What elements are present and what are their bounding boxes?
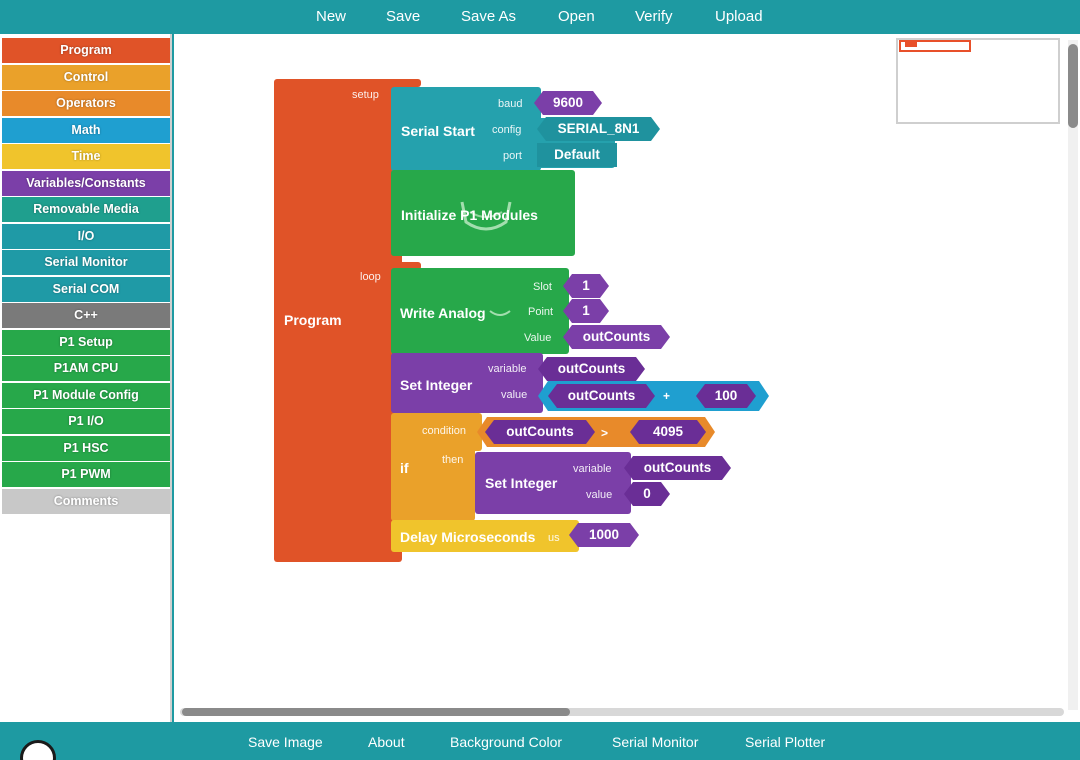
slot-value[interactable]: 1 [563, 274, 609, 298]
point-label: Point [528, 306, 554, 318]
loop-label: loop [360, 271, 381, 283]
category-time[interactable]: Time [2, 144, 170, 169]
compare-right-operand[interactable]: 4095 [630, 420, 706, 444]
horizontal-scrollbar-thumb[interactable] [182, 708, 570, 716]
variable-label: variable [488, 363, 527, 375]
program-block-title: Program [284, 312, 342, 328]
add-operator: + [663, 389, 671, 403]
baud-value[interactable]: 9600 [534, 91, 602, 115]
category-control[interactable]: Control [2, 65, 170, 90]
program-setup-notch [391, 79, 421, 87]
save-button[interactable]: Save [386, 8, 420, 25]
about-button[interactable]: About [368, 734, 405, 750]
category-operators[interactable]: Operators [2, 91, 170, 116]
category-io[interactable]: I/O [2, 224, 170, 249]
category-p1-setup[interactable]: P1 Setup [2, 330, 170, 355]
config-label: config [492, 124, 522, 136]
port-value[interactable]: Default [537, 143, 617, 167]
open-button[interactable]: Open [558, 8, 595, 25]
write-analog-title: Write Analog [400, 305, 486, 321]
delay-microseconds-title: Delay Microseconds [400, 529, 536, 545]
category-program[interactable]: Program [2, 38, 170, 63]
verify-button[interactable]: Verify [635, 8, 673, 25]
upload-button[interactable]: Upload [715, 8, 763, 25]
set-integer-variable[interactable]: outCounts [538, 357, 645, 381]
analog-icon [489, 310, 511, 316]
category-variables-constants[interactable]: Variables/Constants [2, 171, 170, 196]
top-menu-bar: New Save Save As Open Verify Upload [0, 0, 1080, 34]
config-value[interactable]: SERIAL_8N1 [537, 117, 660, 141]
app-window: New Save Save As Open Verify Upload Prog… [0, 0, 1080, 760]
category-p1-hsc[interactable]: P1 HSC [2, 436, 170, 461]
serial-monitor-button[interactable]: Serial Monitor [612, 734, 698, 750]
compare-operator: > [601, 426, 609, 440]
category-p1-pwm[interactable]: P1 PWM [2, 462, 170, 487]
background-color-button[interactable]: Background Color [450, 734, 562, 750]
minimap-program-block [905, 42, 917, 47]
variable-label-2: variable [573, 463, 612, 475]
value-label-3: value [586, 489, 613, 501]
vertical-scrollbar[interactable] [1068, 40, 1078, 710]
then-label: then [442, 454, 464, 466]
serial-start-title: Serial Start [401, 123, 475, 139]
bottom-menu-bar: Save Image About Background Color Serial… [0, 722, 1080, 760]
toolbox-sidebar: Program Control Operators Math Time Vari… [0, 34, 172, 722]
point-value[interactable]: 1 [563, 299, 609, 323]
set-integer-value-2[interactable]: 0 [624, 482, 670, 506]
initialize-p1-modules-title: Initialize P1 Modules [401, 207, 538, 223]
write-analog-value[interactable]: outCounts [563, 325, 670, 349]
us-label: us [548, 532, 560, 544]
compare-left-operand[interactable]: outCounts [485, 420, 595, 444]
vertical-scrollbar-thumb[interactable] [1068, 44, 1078, 128]
value-label-2: value [501, 389, 528, 401]
category-removable-media[interactable]: Removable Media [2, 197, 170, 222]
port-label: port [503, 150, 522, 162]
category-serial-com[interactable]: Serial COM [2, 277, 170, 302]
category-p1am-cpu[interactable]: P1AM CPU [2, 356, 170, 381]
set-integer-variable-2[interactable]: outCounts [624, 456, 731, 480]
baud-label: baud [498, 98, 523, 110]
condition-label: condition [422, 425, 467, 437]
slot-label: Slot [533, 281, 552, 293]
value-label: Value [524, 332, 552, 344]
new-button[interactable]: New [316, 8, 346, 25]
setup-label: setup [352, 89, 379, 101]
category-p1-module-config[interactable]: P1 Module Config [2, 383, 170, 408]
if-title: if [400, 460, 409, 476]
category-p1-io[interactable]: P1 I/O [2, 409, 170, 434]
delay-value[interactable]: 1000 [569, 523, 639, 547]
save-as-button[interactable]: Save As [461, 8, 516, 25]
category-comments[interactable]: Comments [2, 489, 170, 514]
set-integer-title: Set Integer [400, 377, 473, 393]
add-right-operand[interactable]: 100 [696, 384, 756, 408]
category-math[interactable]: Math [2, 118, 170, 143]
set-integer-title-2: Set Integer [485, 475, 558, 491]
save-image-button[interactable]: Save Image [248, 734, 323, 750]
category-cpp[interactable]: C++ [2, 303, 170, 328]
category-serial-monitor[interactable]: Serial Monitor [2, 250, 170, 275]
add-left-operand[interactable]: outCounts [548, 384, 655, 408]
serial-plotter-button[interactable]: Serial Plotter [745, 734, 825, 750]
